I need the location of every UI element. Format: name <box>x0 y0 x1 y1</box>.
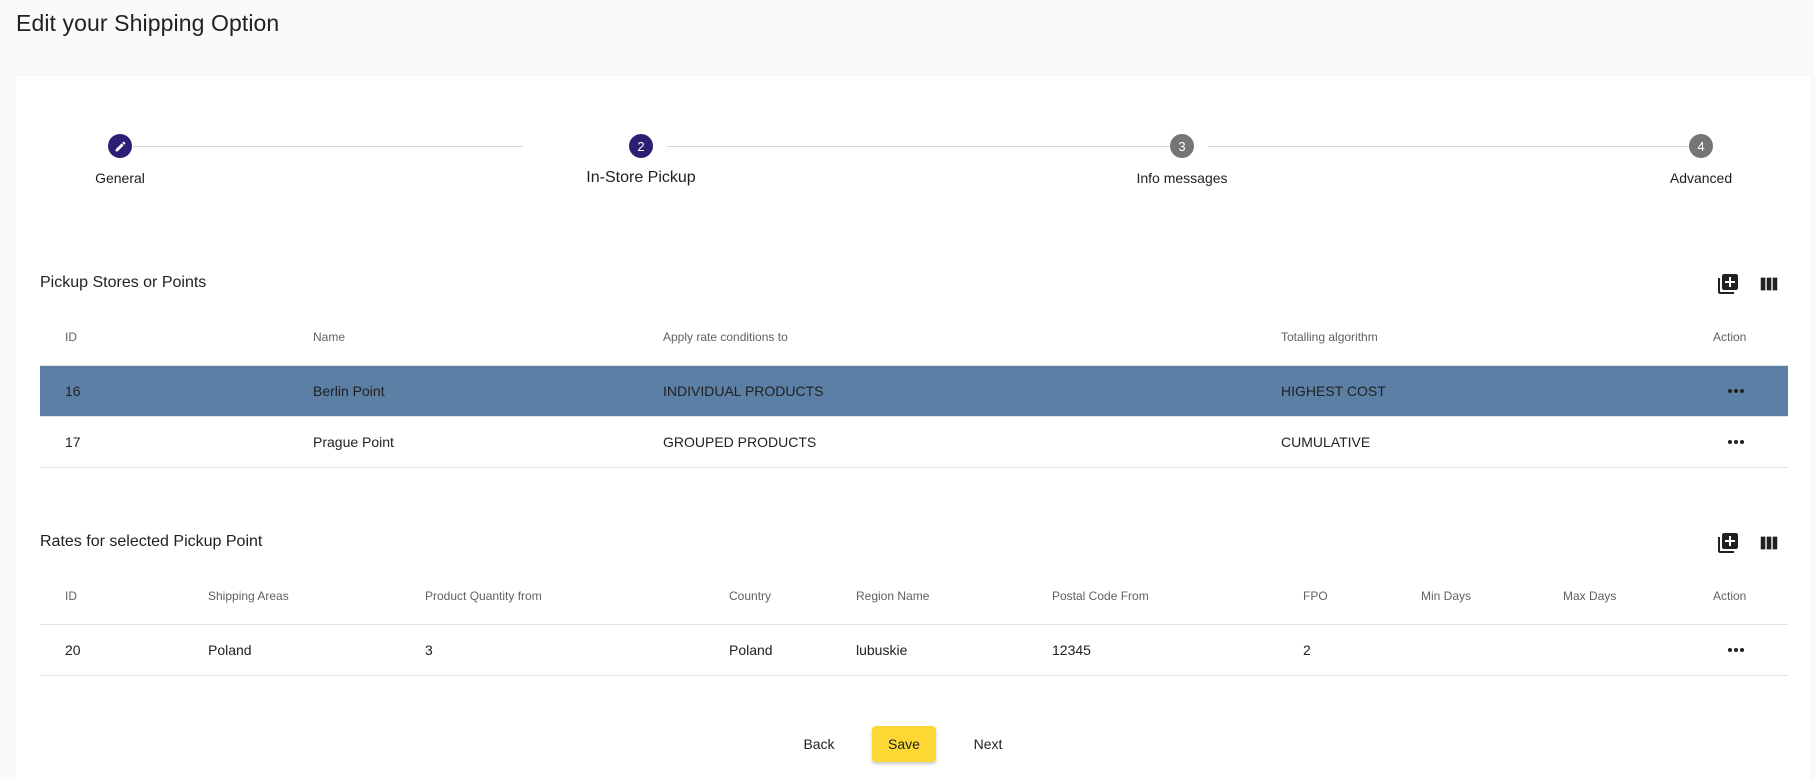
pencil-icon <box>115 141 125 151</box>
cell-shipping-areas: Poland <box>208 642 252 658</box>
table-row[interactable]: 16 Berlin Point INDIVIDUAL PRODUCTS HIGH… <box>40 366 1788 417</box>
row-actions-button[interactable] <box>1724 417 1748 467</box>
table-row[interactable]: 20 Poland 3 Poland lubuskie 12345 2 <box>40 625 1788 676</box>
more-horizontal-icon <box>1728 648 1744 652</box>
more-horizontal-icon <box>1728 389 1744 393</box>
page-title: Edit your Shipping Option <box>16 10 280 36</box>
cell-apply-to: INDIVIDUAL PRODUCTS <box>663 383 824 399</box>
pickup-points-table: ID Name Apply rate conditions to Totalli… <box>40 308 1788 468</box>
cell-id: 20 <box>65 642 81 658</box>
step-advanced[interactable]: 4 Advanced <box>1601 134 1801 186</box>
column-header-country[interactable]: Country <box>729 567 771 624</box>
column-header-region[interactable]: Region Name <box>856 567 929 624</box>
column-header-min-days[interactable]: Min Days <box>1421 567 1471 624</box>
save-button[interactable]: Save <box>872 726 936 762</box>
step-info-messages[interactable]: 3 Info messages <box>1082 134 1282 186</box>
column-header-fpo[interactable]: FPO <box>1303 567 1328 624</box>
column-header-shipping-areas[interactable]: Shipping Areas <box>208 567 289 624</box>
step-general-label: General <box>95 170 145 186</box>
add-pickup-point-button[interactable] <box>1716 272 1740 296</box>
cell-name: Prague Point <box>313 434 394 450</box>
column-header-postal-from[interactable]: Postal Code From <box>1052 567 1149 624</box>
step-in-store-pickup[interactable]: 2 In-Store Pickup <box>541 134 741 187</box>
view-columns-icon <box>1760 277 1778 291</box>
column-header-apply-rate[interactable]: Apply rate conditions to <box>663 308 788 365</box>
add-box-icon <box>1718 533 1738 553</box>
step-advanced-label: Advanced <box>1669 170 1733 186</box>
back-button[interactable]: Back <box>787 726 851 762</box>
view-columns-icon <box>1760 536 1778 550</box>
cell-country: Poland <box>729 642 773 658</box>
cell-id: 16 <box>65 383 81 399</box>
step-info-messages-label: Info messages <box>1136 170 1228 186</box>
cell-algorithm: CUMULATIVE <box>1281 434 1371 450</box>
cell-apply-to: GROUPED PRODUCTS <box>663 434 817 450</box>
column-header-action: Action <box>1713 329 1747 344</box>
add-box-icon <box>1718 274 1738 294</box>
row-actions-button[interactable] <box>1724 625 1748 675</box>
pickup-section-title: Pickup Stores or Points <box>40 274 207 291</box>
more-horizontal-icon <box>1728 440 1744 444</box>
pickup-columns-button[interactable] <box>1757 272 1781 296</box>
rates-table: ID Shipping Areas Product Quantity from … <box>40 567 1788 676</box>
rates-columns-button[interactable] <box>1757 531 1781 555</box>
cell-algorithm: HIGHEST COST <box>1281 383 1386 399</box>
step-in-store-pickup-label: In-Store Pickup <box>586 169 696 186</box>
column-header-max-days[interactable]: Max Days <box>1563 567 1616 624</box>
step-info-messages-circle: 3 <box>1170 134 1194 158</box>
content-card: General 2 In-Store Pickup 3 Info message… <box>16 76 1811 779</box>
table-header-row: ID Name Apply rate conditions to Totalli… <box>40 308 1788 366</box>
table-header-row: ID Shipping Areas Product Quantity from … <box>40 567 1788 625</box>
column-header-name[interactable]: Name <box>313 308 345 365</box>
step-general[interactable]: General <box>20 134 220 186</box>
add-rate-button[interactable] <box>1716 531 1740 555</box>
cell-postal-from: 12345 <box>1052 642 1091 658</box>
step-general-circle <box>108 134 132 158</box>
cell-id: 17 <box>65 434 81 450</box>
cell-region: lubuskie <box>856 642 908 658</box>
column-header-id[interactable]: ID <box>65 567 77 624</box>
table-row[interactable]: 17 Prague Point GROUPED PRODUCTS CUMULAT… <box>40 417 1788 468</box>
row-actions-button[interactable] <box>1724 366 1748 416</box>
cell-fpo: 2 <box>1303 642 1311 658</box>
step-in-store-pickup-circle: 2 <box>629 134 653 158</box>
column-header-quantity-from[interactable]: Product Quantity from <box>425 567 542 624</box>
cell-name: Berlin Point <box>313 383 385 399</box>
column-header-id[interactable]: ID <box>65 308 77 365</box>
next-button[interactable]: Next <box>956 726 1020 762</box>
cell-quantity-from: 3 <box>425 642 433 658</box>
step-advanced-circle: 4 <box>1689 134 1713 158</box>
column-header-totalling[interactable]: Totalling algorithm <box>1281 308 1378 365</box>
rates-section-title: Rates for selected Pickup Point <box>40 533 263 550</box>
column-header-action: Action <box>1713 588 1747 603</box>
